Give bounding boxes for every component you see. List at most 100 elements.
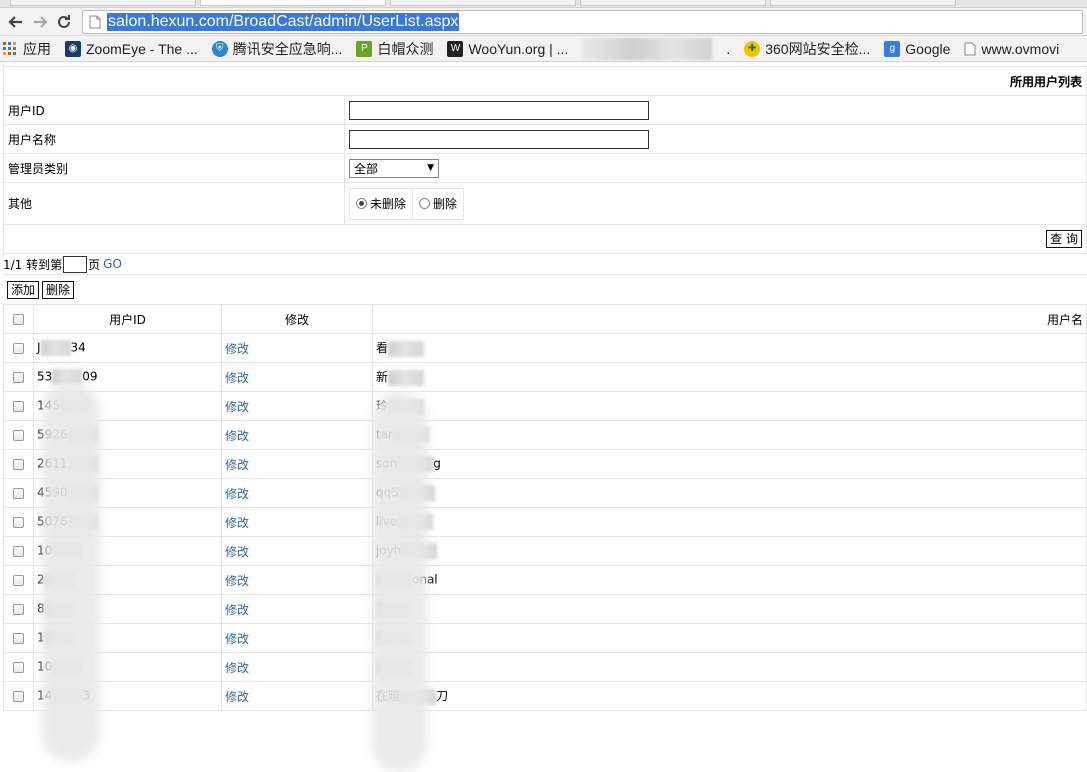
- bookmark-tencent-security[interactable]: ⛨ 腾讯安全应急响...: [211, 39, 343, 59]
- edit-link[interactable]: 修改: [225, 574, 249, 588]
- user-name-cell: live: [372, 507, 1087, 537]
- row-checkbox[interactable]: [13, 604, 24, 615]
- row-checkbox[interactable]: [13, 488, 24, 499]
- row-checkbox[interactable]: [13, 401, 24, 412]
- browser-tab[interactable]: [770, 0, 956, 6]
- google-icon: g: [884, 40, 901, 57]
- row-checkbox[interactable]: [13, 372, 24, 383]
- row-checkbox[interactable]: [13, 430, 24, 441]
- redacted-text: [67, 427, 98, 443]
- user-id-start: 10: [37, 659, 53, 674]
- edit-link[interactable]: 修改: [225, 516, 249, 530]
- row-checkbox[interactable]: [13, 575, 24, 586]
- user-id-cell: 10: [33, 652, 222, 682]
- bookmark-ovmovi[interactable]: www.ovmovi: [964, 41, 1059, 57]
- row-checkbox[interactable]: [13, 546, 24, 557]
- edit-link[interactable]: 修改: [225, 371, 249, 385]
- redacted-bookmark: [582, 37, 713, 60]
- table-row: J 34 修改 看: [3, 333, 1087, 363]
- edit-link[interactable]: 修改: [225, 690, 249, 704]
- bookmarks-bar: 应用 ◉ ZoomEye - The ... ⛨ 腾讯安全应急响... P 白帽…: [0, 36, 1087, 62]
- user-id-cell: 5926: [33, 420, 222, 450]
- user-name-end: onal: [412, 572, 438, 587]
- bookmark-360[interactable]: ✚ 360网站安全检...: [744, 39, 870, 59]
- page-number-input[interactable]: [63, 255, 88, 273]
- wooyun-icon: W: [447, 40, 464, 57]
- bookmark-apps[interactable]: 应用: [2, 39, 51, 59]
- table-row: 8 修改: [3, 594, 1087, 624]
- edit-link[interactable]: 修改: [225, 400, 249, 414]
- radio-deleted[interactable]: 删除: [412, 188, 463, 219]
- pager-go-link[interactable]: GO: [103, 257, 122, 271]
- select-all-checkbox[interactable]: [13, 314, 24, 325]
- back-button[interactable]: [4, 11, 28, 33]
- edit-link[interactable]: 修改: [225, 545, 249, 559]
- browser-tab[interactable]: [580, 0, 766, 6]
- user-name-cell: 新: [372, 362, 1087, 392]
- user-id-start: 2611: [37, 456, 68, 471]
- bookmark-label: 腾讯安全应急响...: [232, 40, 343, 57]
- user-id-end: 34: [70, 340, 86, 355]
- browser-tab-active[interactable]: [200, 0, 386, 6]
- radio-deleted-label: 删除: [433, 197, 458, 211]
- user-id-start: 1: [37, 630, 45, 645]
- radio-unselected-icon[interactable]: [419, 198, 431, 209]
- row-checkbox[interactable]: [13, 691, 24, 702]
- browser-tab[interactable]: [390, 0, 576, 6]
- row-checkbox[interactable]: [13, 662, 24, 673]
- redacted-text: [376, 659, 412, 675]
- user-id-start: 145: [37, 398, 60, 413]
- delete-button[interactable]: 删除: [42, 280, 75, 299]
- row-checkbox[interactable]: [13, 459, 24, 470]
- admin-type-select[interactable]: 全部 ▼: [349, 158, 439, 178]
- redacted-text: [400, 688, 437, 705]
- edit-link[interactable]: 修改: [225, 632, 249, 646]
- bookmark-baimao[interactable]: P 白帽众测: [356, 39, 433, 59]
- bookmark-google[interactable]: g Google: [884, 40, 950, 57]
- user-name-input[interactable]: [349, 129, 649, 149]
- redacted-text: [376, 572, 412, 588]
- edit-link[interactable]: 修改: [225, 429, 249, 443]
- edit-link[interactable]: 修改: [225, 342, 249, 356]
- edit-link[interactable]: 修改: [225, 661, 249, 675]
- add-button[interactable]: 添加: [7, 280, 40, 299]
- table-row: 145 修改 玲: [3, 391, 1087, 421]
- bookmark-zoomeye[interactable]: ◉ ZoomEye - The ...: [65, 40, 198, 57]
- row-checkbox[interactable]: [13, 633, 24, 644]
- reload-button[interactable]: [52, 11, 76, 33]
- redacted-text: [44, 630, 75, 646]
- apps-grid-icon: [2, 41, 18, 57]
- user-id-start: 53: [37, 369, 53, 384]
- table-row: 5076 修改 live: [3, 507, 1087, 537]
- admin-type-value: 全部: [354, 161, 379, 176]
- page-title: 所用用户列表: [3, 66, 1087, 96]
- url-text[interactable]: salon.hexun.com/BroadCast/admin/UserList…: [107, 12, 460, 31]
- forward-button[interactable]: [28, 11, 52, 33]
- user-id-input[interactable]: [349, 100, 649, 120]
- user-id-cell: 145: [33, 391, 222, 421]
- address-bar[interactable]: salon.hexun.com/BroadCast/admin/UserList…: [82, 9, 1083, 34]
- edit-link[interactable]: 修改: [225, 603, 249, 617]
- user-name-cell: [372, 594, 1087, 624]
- redacted-text: [40, 340, 71, 356]
- table-row: 4590 修改 qq5: [3, 478, 1087, 508]
- browser-tab[interactable]: [10, 0, 196, 6]
- bookmark-dot[interactable]: .: [726, 41, 730, 57]
- query-button[interactable]: 查 询: [1046, 230, 1082, 248]
- table-row: 2 修改 onal: [3, 565, 1087, 595]
- user-id-start: 14: [37, 688, 53, 703]
- row-checkbox[interactable]: [13, 517, 24, 528]
- edit-link[interactable]: 修改: [225, 487, 249, 501]
- radio-selected-icon[interactable]: [356, 198, 367, 209]
- user-name-start: 看: [376, 341, 389, 356]
- redacted-text: [393, 427, 429, 443]
- edit-link[interactable]: 修改: [225, 458, 249, 472]
- row-checkbox[interactable]: [13, 343, 24, 354]
- bookmark-label: 白帽众测: [377, 40, 434, 57]
- user-name-end: 刀: [436, 689, 449, 704]
- bookmark-wooyun[interactable]: W WooYun.org | ...: [447, 40, 568, 57]
- pager-status: 1/1 转到第: [3, 257, 63, 272]
- radio-not-deleted[interactable]: 未删除: [350, 189, 412, 219]
- user-id-cell: 4590: [33, 478, 222, 508]
- baimao-icon: P: [356, 40, 373, 57]
